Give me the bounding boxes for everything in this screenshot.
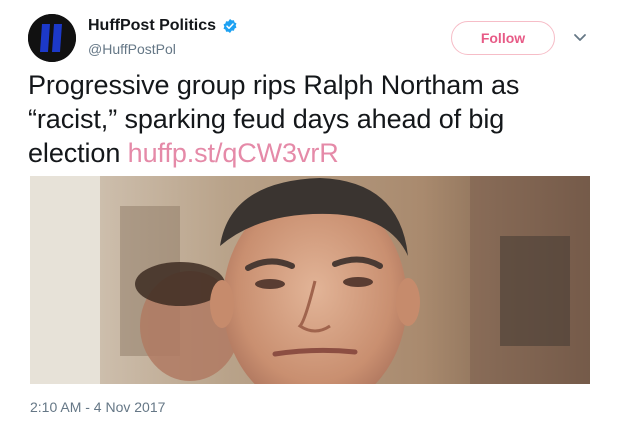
handle[interactable]: @HuffPostPol — [88, 41, 238, 57]
tweet-text: Progressive group rips Ralph Northam as … — [28, 68, 598, 170]
news-photo-icon — [30, 176, 590, 384]
avatar[interactable] — [28, 14, 76, 62]
display-name[interactable]: HuffPost Politics — [88, 17, 216, 35]
verified-badge-icon — [223, 19, 237, 33]
tweet-card: HuffPost Politics @HuffPostPol Follow Pr… — [0, 0, 622, 427]
tweet-link[interactable]: huffp.st/qCW3vrR — [128, 138, 339, 168]
huffpost-logo-icon — [28, 14, 76, 62]
timestamp[interactable]: 2:10 AM - 4 Nov 2017 — [30, 399, 165, 415]
chevron-down-icon[interactable] — [572, 32, 588, 44]
tweet-photo[interactable] — [30, 176, 590, 384]
follow-button[interactable]: Follow — [451, 21, 555, 55]
account-info: HuffPost Politics @HuffPostPol — [88, 17, 238, 57]
